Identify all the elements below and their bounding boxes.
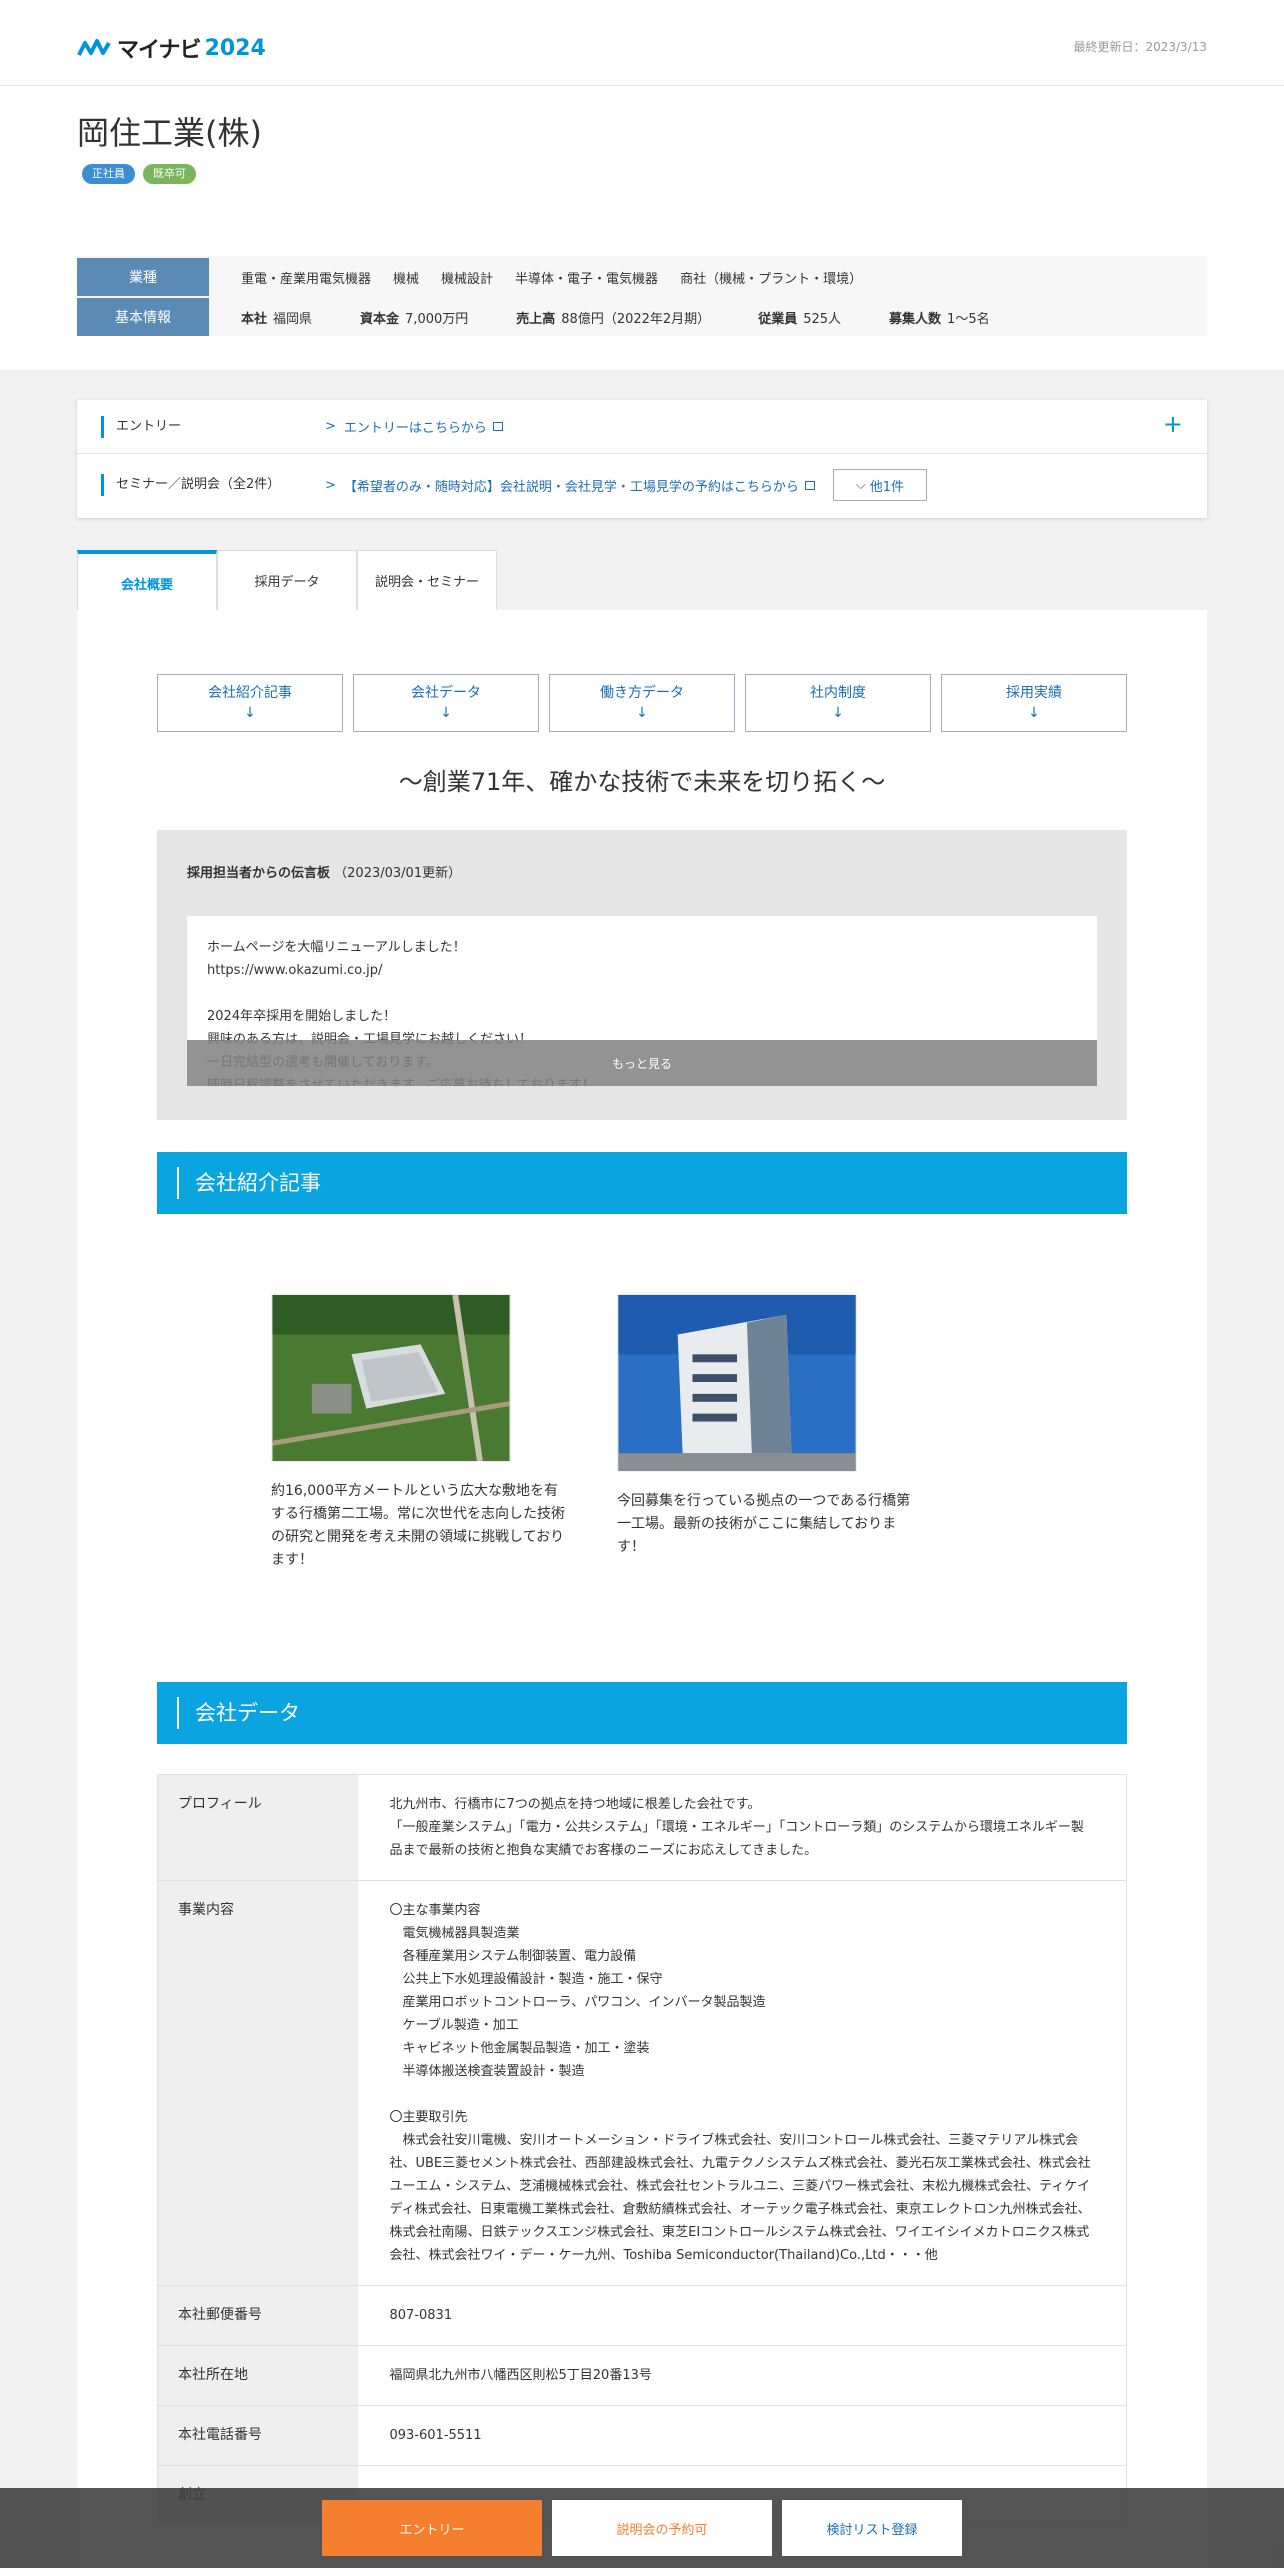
- main-content: 会社紹介記事 ↓ 会社データ ↓ 働き方データ ↓ 社内制度 ↓ 採用実績 ↓ ～創業71…: [77, 610, 1207, 2568]
- table-row: 本社郵便番号 807-0831: [157, 2285, 1127, 2346]
- arrow-down-icon: ↓: [244, 705, 256, 721]
- arrow-down-icon: ↓: [1028, 705, 1040, 721]
- entry-row: エントリー > エントリーはこちらから: [77, 400, 1207, 454]
- jump-intro-button[interactable]: 会社紹介記事 ↓: [157, 674, 343, 732]
- company-header: 岡住工業(株) 正社員 既卒可 業種 重電・産業用電気機器 機械 機械設計 半導…: [0, 86, 1284, 370]
- jump-internal-system-button[interactable]: 社内制度 ↓: [745, 674, 931, 732]
- hq-info: 本社 福岡県: [241, 311, 313, 327]
- entry-button[interactable]: エントリー: [322, 2500, 542, 2556]
- entry-panel: エントリー > エントリーはこちらから セミナー／説明会（全2件） > 【希望者のみ…: [77, 400, 1207, 518]
- mynavi-logo[interactable]: マイナビ 2024: [77, 32, 266, 64]
- logo-text: マイナビ: [117, 38, 202, 63]
- row-key: プロフィール: [157, 1774, 358, 1881]
- external-link-icon: [492, 422, 503, 431]
- recruit-count-info: 募集人数 1～5名: [889, 311, 990, 327]
- more-seminars-button[interactable]: ⌵ 他1件: [832, 469, 927, 501]
- entry-row-label: エントリー: [101, 415, 325, 438]
- row-value: 福岡県北九州市八幡西区則松5丁目20番13号: [357, 2345, 1127, 2406]
- photo-caption: 今回募集を行っている拠点の一つである行橋第一工場。最新の技術がここに集結しており…: [617, 1493, 911, 1555]
- employees-info: 従業員 525人: [758, 311, 842, 327]
- expand-plus-icon[interactable]: +: [1163, 410, 1183, 438]
- catchphrase: ～創業71年、確かな技術で未来を切り拓く～: [398, 768, 886, 796]
- section-jump-nav: 会社紹介記事 ↓ 会社データ ↓ 働き方データ ↓ 社内制度 ↓ 採用実績 ↓: [157, 674, 1127, 732]
- jump-workstyle-button[interactable]: 働き方データ ↓: [549, 674, 735, 732]
- industry-item: 重電・産業用電気機器: [241, 271, 372, 287]
- reserve-seminar-button[interactable]: 説明会の予約可: [552, 2500, 772, 2556]
- arrow-down-icon: ↓: [832, 705, 844, 721]
- row-value: 北九州市、行橋市に7つの拠点を持つ地域に根差した会社です。 「一般産業システム」…: [357, 1774, 1127, 1881]
- tag-fulltime: 正社員: [82, 164, 135, 184]
- external-link-icon: [804, 480, 815, 490]
- jump-company-data-button[interactable]: 会社データ ↓: [353, 674, 539, 732]
- basic-info-row: 基本情報 本社 福岡県 資本金 7,000万円 売上高 88億円（2022年2月期） …: [77, 298, 1207, 336]
- photo-caption: 約16,000平方メートルという広大な敷地を有する行橋第二工場。常に次世代を志向…: [271, 1483, 565, 1568]
- industry-label: 業種: [77, 258, 209, 296]
- basic-info-values: 本社 福岡県 資本金 7,000万円 売上高 88億円（2022年2月期） 従業員 52…: [241, 308, 990, 327]
- industry-item: 機械: [393, 271, 420, 287]
- message-title: 採用担当者からの伝言板 （2023/03/01更新）: [187, 866, 462, 881]
- entry-link[interactable]: > エントリーはこちらから: [325, 417, 503, 436]
- industry-item: 商社（機械・プラント・環境）: [680, 271, 863, 287]
- show-more-button[interactable]: もっと見る: [187, 1040, 1097, 1086]
- company-data-table: プロフィール 北九州市、行橋市に7つの拠点を持つ地域に根差した会社です。 「一般産…: [157, 1774, 1127, 2523]
- seminar-row-label: セミナー／説明会（全2件）: [101, 474, 325, 496]
- arrow-down-icon: ↓: [440, 705, 452, 721]
- tag-graduate-ok: 既卒可: [143, 164, 196, 184]
- arrow-down-icon: ↓: [636, 705, 648, 721]
- photo-card: 約16,000平方メートルという広大な敷地を有する行橋第二工場。常に次世代を志向…: [271, 1294, 571, 1572]
- tab-bar: 会社概要 採用データ 説明会・セミナー: [77, 550, 497, 612]
- industry-row: 業種 重電・産業用電気機器 機械 機械設計 半導体・電子・電気機器 商社（機械・…: [77, 258, 1207, 296]
- table-row: 本社電話番号 093-601-5511: [157, 2405, 1127, 2466]
- row-key: 本社所在地: [157, 2345, 358, 2406]
- industry-values: 重電・産業用電気機器 機械 機械設計 半導体・電子・電気機器 商社（機械・プラン…: [241, 268, 862, 287]
- sales-info: 売上高 88億円（2022年2月期）: [516, 311, 711, 327]
- add-to-list-button[interactable]: 検討リスト登録: [782, 2500, 962, 2556]
- table-row: 事業内容 〇主な事業内容 電気機械器具製造業 各種産業用システム制御装置、電力設備…: [157, 1880, 1127, 2286]
- office-building-photo: [617, 1294, 857, 1472]
- row-key: 事業内容: [157, 1880, 358, 2286]
- tab-company-overview[interactable]: 会社概要: [77, 550, 217, 612]
- tag-list: 正社員 既卒可: [82, 164, 196, 184]
- chevron-right-icon: >: [325, 477, 336, 493]
- site-header: マイナビ 2024 最終更新日：2023/3/13: [0, 0, 1284, 86]
- factory-aerial-photo: [271, 1294, 511, 1462]
- seminar-link[interactable]: > 【希望者のみ・随時対応】会社説明・会社見学・工場見学の予約はこちらから: [325, 476, 815, 495]
- chevron-right-icon: >: [325, 419, 336, 434]
- industry-item: 機械設計: [441, 271, 494, 287]
- tab-recruit-data[interactable]: 採用データ: [217, 550, 357, 610]
- tab-seminars[interactable]: 説明会・セミナー: [357, 550, 497, 610]
- table-row: 本社所在地 福岡県北九州市八幡西区則松5丁目20番13号: [157, 2345, 1127, 2406]
- mynavi-logo-icon: [77, 39, 111, 56]
- section-heading-company-data: 会社データ: [157, 1682, 1127, 1744]
- table-row: プロフィール 北九州市、行橋市に7つの拠点を持つ地域に根差した会社です。 「一般産…: [157, 1774, 1127, 1881]
- basic-info: 業種 重電・産業用電気機器 機械 機械設計 半導体・電子・電気機器 商社（機械・…: [77, 256, 1207, 336]
- section-heading-intro: 会社紹介記事: [157, 1152, 1127, 1214]
- company-name: 岡住工業(株): [77, 114, 262, 152]
- photo-card: 今回募集を行っている拠点の一つである行橋第一工場。最新の技術がここに集結しており…: [617, 1294, 917, 1559]
- last-updated: 最終更新日：2023/3/13: [1073, 40, 1207, 54]
- seminar-row: セミナー／説明会（全2件） > 【希望者のみ・随時対応】会社説明・会社見学・工場見…: [77, 458, 1207, 512]
- basic-info-label: 基本情報: [77, 298, 209, 336]
- row-value: 093-601-5511: [357, 2405, 1127, 2466]
- row-key: 本社電話番号: [157, 2405, 358, 2466]
- logo-year: 2024: [204, 35, 266, 61]
- chevron-down-icon: ⌵: [855, 477, 866, 493]
- capital-info: 資本金 7,000万円: [360, 311, 469, 327]
- row-value: 〇主な事業内容 電気機械器具製造業 各種産業用システム制御装置、電力設備 公共上…: [357, 1880, 1127, 2286]
- row-value: 807-0831: [357, 2285, 1127, 2346]
- sticky-action-bar: エントリー 説明会の予約可 検討リスト登録: [0, 2488, 1284, 2568]
- industry-item: 半導体・電子・電気機器: [515, 271, 659, 287]
- jump-recruit-results-button[interactable]: 採用実績 ↓: [941, 674, 1127, 732]
- row-key: 本社郵便番号: [157, 2285, 358, 2346]
- message-board: 採用担当者からの伝言板 （2023/03/01更新） ホームページを大幅リニュー…: [157, 830, 1127, 1120]
